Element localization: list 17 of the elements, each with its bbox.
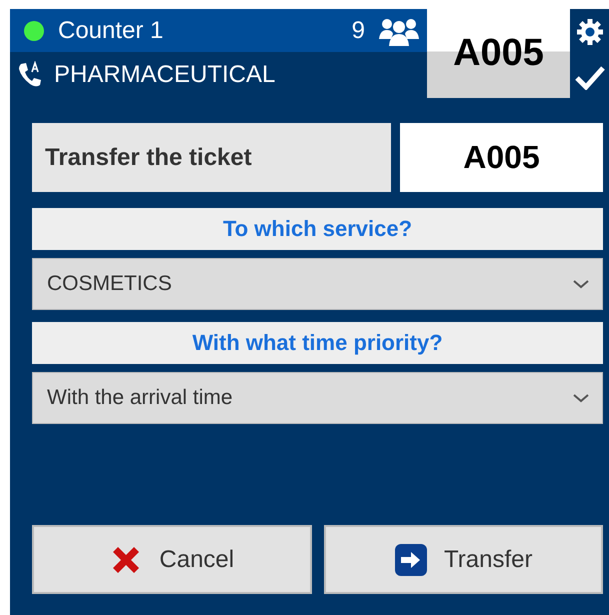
service-name: PHARMACEUTICAL xyxy=(54,61,276,89)
phone-icon xyxy=(16,61,44,89)
service-select[interactable]: COSMETICS xyxy=(32,258,603,310)
counter-name: Counter 1 xyxy=(58,16,164,44)
form-title: Transfer the ticket xyxy=(32,123,391,192)
current-ticket: A005 xyxy=(427,9,570,98)
cancel-button[interactable]: Cancel xyxy=(32,525,312,594)
priority-select[interactable]: With the arrival time xyxy=(32,372,603,424)
priority-question: With what time priority? xyxy=(32,322,603,364)
service-question: To which service? xyxy=(32,208,603,250)
settings-icon[interactable] xyxy=(574,17,604,48)
chevron-icon xyxy=(572,392,590,404)
ticket-number: A005 xyxy=(400,123,603,192)
transfer-button[interactable]: Transfer xyxy=(324,525,603,594)
waiting-count: 9 xyxy=(352,16,365,44)
chevron-icon xyxy=(572,278,590,290)
check-icon[interactable] xyxy=(574,64,604,90)
